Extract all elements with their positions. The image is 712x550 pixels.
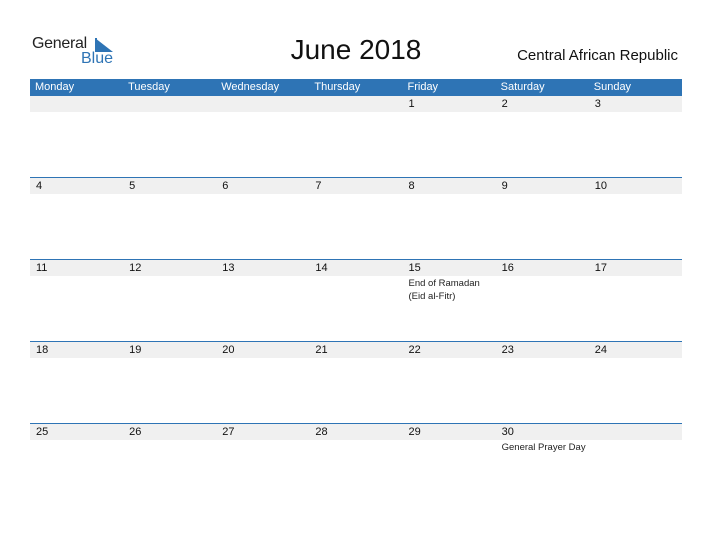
- day-number: 15: [408, 262, 421, 274]
- day-cell: 5: [123, 178, 216, 194]
- day-number: 19: [129, 344, 142, 356]
- day-cell: 22: [403, 342, 496, 358]
- weekday-monday: Monday: [35, 81, 75, 93]
- day-number: 12: [129, 262, 142, 274]
- day-number: 6: [222, 180, 229, 192]
- day-number: 2: [501, 98, 508, 110]
- day-number: [129, 96, 216, 112]
- day-number: 14: [315, 262, 328, 274]
- day-cell: 7: [309, 178, 402, 194]
- day-number: 21: [315, 344, 328, 356]
- day-cell: 24: [589, 342, 682, 358]
- day-number: 9: [501, 180, 508, 192]
- day-cell: 1: [403, 96, 496, 112]
- day-cell: 16: [496, 260, 589, 303]
- day-number: 13: [222, 262, 235, 274]
- week-row: 4 5 6 7 8 9 10: [30, 177, 682, 259]
- day-number: 30: [501, 426, 514, 438]
- week-row: 11 12 13 14 15 End of Ramadan (Eid al-Fitr) 16…: [30, 259, 682, 341]
- day-cell: [216, 96, 309, 112]
- weekday-header: Monday Tuesday Wednesday Thursday Friday Satu…: [30, 79, 682, 96]
- day-cell: 18: [30, 342, 123, 358]
- day-number: 3: [594, 98, 601, 110]
- day-number: [315, 96, 402, 112]
- weekday-thursday: Thursday: [314, 81, 361, 93]
- day-number: 25: [36, 426, 49, 438]
- day-number: 28: [315, 426, 328, 438]
- day-cell: 30 General Prayer Day: [496, 424, 589, 454]
- day-cell: 27: [216, 424, 309, 454]
- day-number: 1: [408, 98, 415, 110]
- day-number: [222, 96, 309, 112]
- weekday-saturday: Saturday: [500, 81, 545, 93]
- day-cell: 15 End of Ramadan (Eid al-Fitr): [403, 260, 496, 303]
- weekday-wednesday: Wednesday: [221, 81, 280, 93]
- day-number: 5: [129, 180, 136, 192]
- day-cell: 2: [496, 96, 589, 112]
- day-cell: 19: [123, 342, 216, 358]
- day-number: 24: [594, 344, 607, 356]
- day-cell: [309, 96, 402, 112]
- day-cell: 20: [216, 342, 309, 358]
- day-cell: 8: [403, 178, 496, 194]
- day-number: 17: [594, 262, 607, 274]
- day-cell: 29: [403, 424, 496, 454]
- day-number: 11: [36, 262, 48, 274]
- day-cell: [123, 96, 216, 112]
- week-row: 1 2 3: [30, 96, 682, 177]
- day-cell: 11: [30, 260, 123, 303]
- day-number: 26: [129, 426, 142, 438]
- day-number: 18: [36, 344, 49, 356]
- holiday-label: General Prayer Day: [501, 442, 586, 453]
- day-number: [36, 96, 123, 112]
- day-number: 7: [315, 180, 322, 192]
- day-number: 8: [408, 180, 415, 192]
- week-row: 18 19 20 21 22 23 24: [30, 341, 682, 423]
- weekday-sunday: Sunday: [593, 81, 632, 93]
- day-cell: 9: [496, 178, 589, 194]
- day-cell: [30, 96, 123, 112]
- day-number: 27: [222, 426, 235, 438]
- day-cell: 6: [216, 178, 309, 194]
- day-cell: 13: [216, 260, 309, 303]
- country-name: Central African Republic: [517, 47, 678, 64]
- day-number: 22: [408, 344, 421, 356]
- day-cell: 28: [309, 424, 402, 454]
- day-number: 4: [36, 180, 43, 192]
- day-cell: 17: [589, 260, 682, 303]
- weeks: 1 2 3 4 5 6 7 8 9 10 11 12 13 14 15 End of Ramadan (Eid…: [30, 96, 682, 505]
- day-number: 10: [594, 180, 607, 192]
- day-number: 16: [501, 262, 514, 274]
- day-cell: [589, 424, 682, 454]
- day-number: [595, 424, 682, 440]
- day-cell: 4: [30, 178, 123, 194]
- day-cell: 23: [496, 342, 589, 358]
- day-cell: 12: [123, 260, 216, 303]
- day-cell: 14: [309, 260, 402, 303]
- day-number: 29: [408, 426, 421, 438]
- day-cell: 25: [30, 424, 123, 454]
- weekday-tuesday: Tuesday: [128, 81, 170, 93]
- day-cell: 26: [123, 424, 216, 454]
- day-cell: 10: [589, 178, 682, 194]
- calendar-grid: Monday Tuesday Wednesday Thursday Friday Satu…: [30, 79, 682, 505]
- week-row: 25 26 27 28 29 30 General Prayer Day: [30, 423, 682, 505]
- holiday-label: End of Ramadan (Eid al-Fitr): [408, 278, 480, 302]
- day-cell: 3: [589, 96, 682, 112]
- day-cell: 21: [309, 342, 402, 358]
- day-number: 23: [501, 344, 514, 356]
- weekday-friday: Friday: [407, 81, 439, 93]
- day-number: 20: [222, 344, 235, 356]
